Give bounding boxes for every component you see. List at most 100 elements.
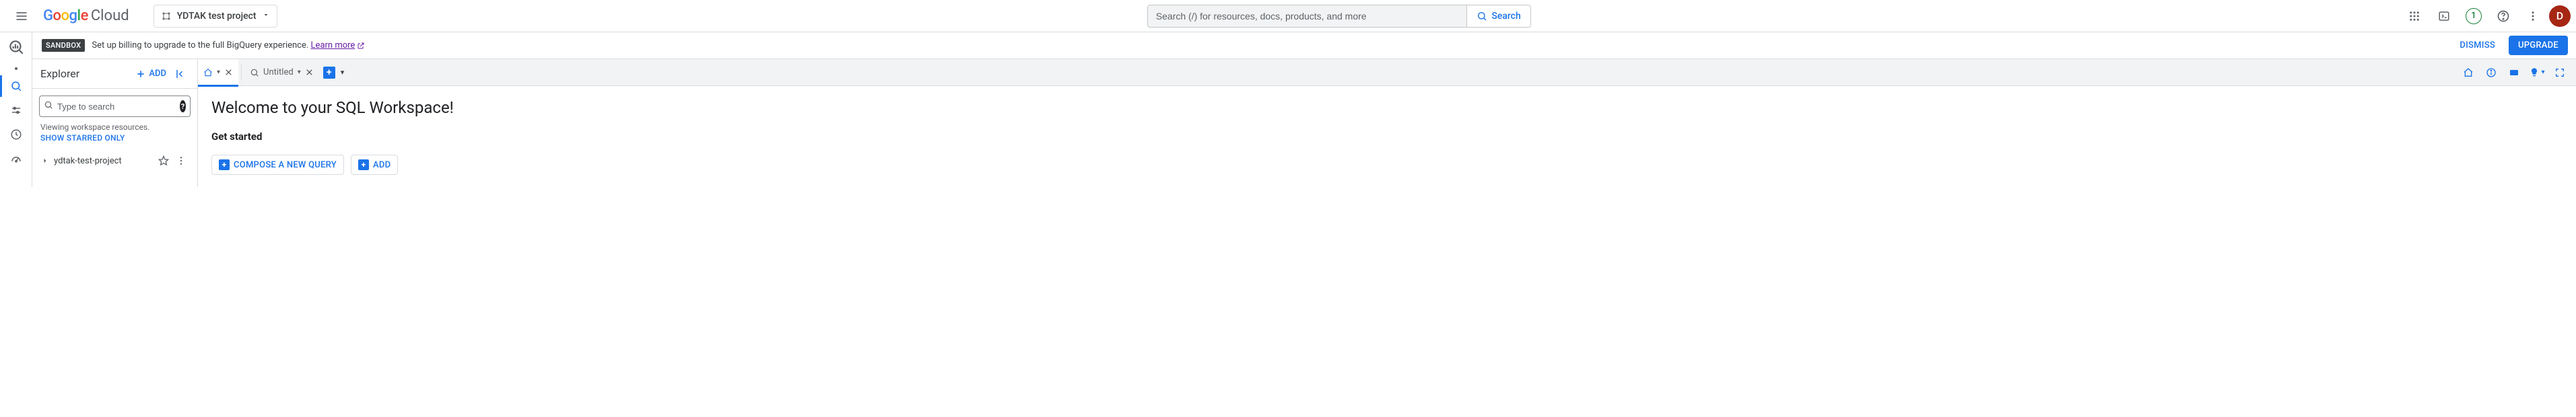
show-starred-only-link[interactable]: SHOW STARRED ONLY [40, 133, 191, 143]
rail-sql-workspace[interactable] [0, 74, 32, 98]
more-vert-icon [2527, 10, 2539, 22]
sandbox-banner: SANDBOX Set up billing to upgrade to the… [32, 32, 2576, 59]
sliders-icon [10, 104, 22, 116]
explorer-add-label: ADD [149, 69, 166, 79]
tab-untitled-text: Untitled [263, 67, 294, 77]
header-right: 1 D [2401, 3, 2571, 30]
google-cloud-logo[interactable]: Google Cloud [43, 7, 129, 24]
home-icon [203, 68, 213, 77]
info-icon [2486, 67, 2497, 78]
expand-caret-icon [39, 157, 51, 165]
explorer-project-row[interactable]: ydtak-test-project [39, 149, 191, 172]
external-link-icon [357, 42, 365, 50]
search-icon [10, 80, 22, 92]
explorer-viewing-text: Viewing workspace resources. [40, 122, 191, 132]
more-button[interactable] [2519, 3, 2546, 30]
rail-scheduled-queries[interactable] [0, 122, 32, 147]
tab-strip: ▾ Untitled ▾ [198, 59, 2576, 86]
caret-down-icon[interactable]: ▾ [217, 69, 220, 76]
content-row: Explorer ADD ? [32, 59, 2576, 187]
workspace-add-button[interactable]: + ADD [351, 155, 398, 175]
cloud-shell-button[interactable] [2431, 3, 2458, 30]
google-wordmark: Google [43, 7, 88, 24]
workspace-info-button[interactable] [2482, 63, 2501, 82]
top-header: Google Cloud YDTAK test project Search [0, 0, 2576, 32]
star-button[interactable] [156, 155, 172, 166]
tab-untitled[interactable]: Untitled ▾ [244, 59, 319, 86]
compose-query-label: COMPOSE A NEW QUERY [234, 160, 337, 170]
banner-link-label: Learn more [311, 40, 355, 50]
project-name: YDTAK test project [177, 11, 257, 22]
explorer-search-input[interactable] [57, 102, 176, 112]
banner-message: Set up billing to upgrade to the full Bi… [92, 40, 308, 50]
left-rail [0, 32, 32, 187]
project-icon [161, 11, 172, 22]
more-vert-icon [176, 155, 187, 166]
banner-upgrade-button[interactable]: UPGRADE [2509, 36, 2568, 55]
nav-menu-button[interactable] [5, 0, 38, 32]
explorer-add-button[interactable]: ADD [131, 66, 170, 82]
fullscreen-icon [2554, 67, 2565, 78]
workspace-add-label: ADD [373, 160, 391, 170]
workspace-fullscreen-button[interactable] [2550, 63, 2569, 82]
tab-home[interactable]: ▾ [198, 59, 238, 86]
main-layout: SANDBOX Set up billing to upgrade to the… [0, 32, 2576, 187]
search-icon [44, 100, 53, 112]
explorer-search-help-button[interactable]: ? [180, 100, 186, 112]
workspace-body: Welcome to your SQL Workspace! Get start… [198, 86, 2576, 187]
plus-icon: + [219, 159, 230, 170]
bigquery-product-icon[interactable] [4, 35, 28, 59]
caret-down-icon [262, 11, 270, 22]
home-icon [2463, 67, 2474, 78]
account-avatar[interactable]: D [2549, 5, 2571, 27]
search-input[interactable] [1148, 5, 1467, 27]
workspace-title: Welcome to your SQL Workspace! [211, 98, 2563, 117]
free-trial-count: 1 [2471, 11, 2476, 21]
search-icon [1477, 11, 1487, 22]
lightbulb-icon [2529, 67, 2540, 78]
plus-icon [135, 69, 146, 79]
panel-collapse-icon [175, 68, 187, 80]
project-picker[interactable]: YDTAK test project [154, 5, 277, 28]
explorer-panel: Explorer ADD ? [32, 59, 198, 187]
star-outline-icon [158, 155, 169, 166]
plus-icon: + [358, 159, 369, 170]
explorer-header: Explorer ADD [32, 59, 197, 89]
explorer-body: ? Viewing workspace resources. SHOW STAR… [32, 89, 197, 172]
avatar-letter: D [2556, 9, 2563, 22]
main-column: SANDBOX Set up billing to upgrade to the… [32, 32, 2576, 187]
workspace-home-button[interactable] [2459, 63, 2478, 82]
banner-learn-more-link[interactable]: Learn more [311, 40, 366, 50]
project-more-button[interactable] [173, 155, 189, 166]
tab-close-button[interactable] [224, 68, 233, 77]
workspace-keyboard-button[interactable] [2505, 63, 2523, 82]
query-icon [250, 68, 259, 77]
compose-query-button[interactable]: + COMPOSE A NEW QUERY [211, 155, 344, 175]
workspace-panel: ▾ Untitled ▾ [198, 59, 2576, 187]
workspace-actions: + COMPOSE A NEW QUERY + ADD [211, 155, 2563, 175]
apps-grid-icon [2408, 10, 2420, 22]
tab-divider [241, 65, 242, 81]
explorer-search: ? [39, 96, 191, 117]
hamburger-icon [15, 9, 28, 23]
help-button[interactable] [2490, 3, 2517, 30]
workspace-feedback-button[interactable]: ▾ [2528, 63, 2546, 82]
tab-close-button[interactable] [305, 68, 314, 77]
search-button-label: Search [1491, 11, 1520, 22]
free-trial-status[interactable]: 1 [2460, 3, 2487, 30]
explorer-project-name: ydtak-test-project [53, 156, 154, 166]
rail-data-transfers[interactable] [0, 98, 32, 122]
cloud-word: Cloud [91, 7, 129, 24]
banner-dismiss-button[interactable]: DISMISS [2453, 36, 2502, 54]
explorer-collapse-button[interactable] [170, 63, 192, 85]
new-tab-dropdown[interactable]: ▾ [341, 68, 345, 77]
global-search: Search [1147, 5, 1531, 28]
search-button[interactable]: Search [1467, 5, 1530, 27]
clock-icon [10, 128, 22, 141]
speedometer-icon [10, 153, 22, 165]
new-tab-button[interactable]: + [323, 67, 335, 79]
apps-button[interactable] [2401, 3, 2428, 30]
caret-down-icon[interactable]: ▾ [298, 69, 301, 76]
rail-capacity-management[interactable] [0, 147, 32, 171]
tabstrip-right: ▾ [2459, 63, 2572, 82]
